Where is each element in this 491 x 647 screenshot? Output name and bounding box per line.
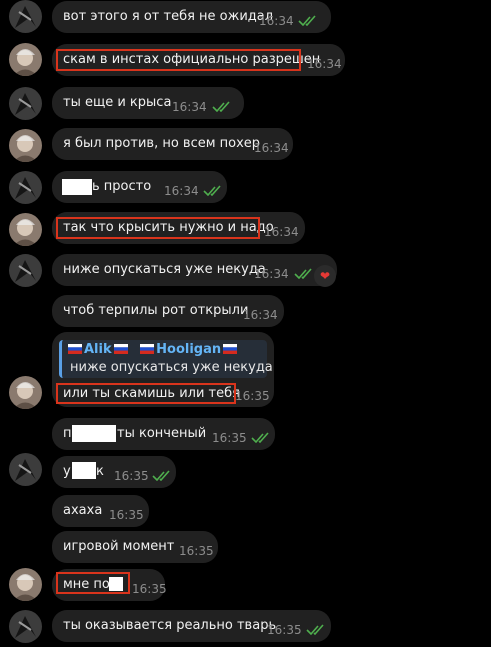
message-bubble[interactable]: вот этого я от тебя не ожидал 16:34 — [52, 1, 331, 33]
reply-quote[interactable]: Alik Hooligan ниже опускаться уже некуда — [59, 340, 273, 378]
message-time: 16:34 — [172, 100, 207, 114]
message-time: 16:35 — [132, 582, 167, 596]
message-text: скам в инстах официально разрешен — [63, 52, 321, 67]
chat-history[interactable]: вот этого я от тебя не ожидал 16:34 скам… — [0, 0, 491, 647]
message-text: так что крысить нужно и надо — [63, 220, 274, 235]
message-time: 16:34 — [164, 184, 199, 198]
redaction-mark — [62, 179, 92, 195]
message-time: 16:35 — [267, 623, 302, 637]
message-time: 16:34 — [254, 141, 289, 155]
reply-author: Alik Hooligan — [66, 342, 239, 357]
friend-avatar[interactable] — [9, 0, 42, 33]
reply-author-suffix: Hooligan — [156, 342, 222, 357]
russia-flag-icon — [140, 344, 155, 354]
message-bubble[interactable]: скам в инстах официально разрешен 16:34 — [52, 44, 345, 76]
message-time: 16:35 — [212, 431, 247, 445]
double-check-icon — [294, 268, 312, 279]
message-bubble[interactable]: мне по 16:35 — [52, 569, 167, 601]
message-text: ниже опускаться уже некуда — [63, 262, 266, 277]
message-text: игровой момент — [63, 539, 175, 554]
message-text: ты оказывается реально тварь — [63, 618, 277, 633]
message-bubble[interactable]: ниже опускаться уже некуда 16:34 — [52, 254, 337, 286]
user-avatar[interactable] — [9, 43, 42, 76]
double-check-icon — [298, 15, 316, 26]
user-avatar[interactable] — [9, 376, 42, 409]
message-bubble[interactable]: у к 16:35 — [52, 456, 176, 488]
redaction-mark — [72, 425, 116, 442]
message-time: 16:34 — [243, 308, 278, 322]
friend-avatar[interactable] — [9, 254, 42, 287]
message-text: чтоб терпилы рот открыли — [63, 303, 249, 318]
redaction-mark — [72, 462, 96, 479]
message-time: 16:35 — [235, 389, 270, 403]
russia-flag-icon — [113, 344, 128, 354]
message-text: ахаха — [63, 503, 103, 518]
message-time: 16:35 — [179, 544, 214, 558]
message-bubble[interactable]: ты еще и крыса 16:34 — [52, 87, 244, 119]
friend-avatar[interactable] — [9, 171, 42, 204]
double-check-icon — [152, 470, 170, 481]
message-time: 16:34 — [259, 14, 294, 28]
message-text: ь просто — [92, 179, 152, 194]
message-time: 16:34 — [254, 267, 289, 281]
message-bubble[interactable]: игровой момент 16:35 — [52, 531, 218, 563]
message-text: мне по — [63, 577, 110, 592]
message-text: ты еще и крыса — [63, 95, 172, 110]
user-avatar[interactable] — [9, 213, 42, 246]
message-bubble[interactable]: ь просто 16:34 — [52, 171, 227, 203]
message-bubble[interactable]: Alik Hooligan ниже опускаться уже некуда… — [52, 332, 274, 407]
double-check-icon — [306, 624, 324, 635]
friend-avatar[interactable] — [9, 610, 42, 643]
message-bubble[interactable]: п ты конченый 16:35 — [52, 418, 275, 450]
message-text-after: ты конченый — [117, 426, 207, 441]
message-time: 16:35 — [109, 508, 144, 522]
message-text: я был против, но всем похер — [63, 136, 261, 151]
double-check-icon — [203, 185, 221, 196]
heart-icon[interactable]: ❤ — [314, 265, 336, 287]
message-text: у — [63, 464, 71, 479]
double-check-icon — [251, 432, 269, 443]
user-avatar[interactable] — [9, 568, 42, 601]
message-text: п — [63, 426, 72, 441]
message-time: 16:34 — [307, 57, 342, 71]
friend-avatar[interactable] — [9, 87, 42, 120]
message-bubble[interactable]: чтоб терпилы рот открыли 16:34 — [52, 295, 284, 327]
message-bubble[interactable]: ахаха 16:35 — [52, 495, 149, 527]
russia-flag-icon — [223, 344, 238, 354]
redaction-mark — [109, 577, 123, 591]
message-text: вот этого я от тебя не ожидал — [63, 9, 274, 24]
message-bubble[interactable]: так что крысить нужно и надо 16:34 — [52, 212, 305, 244]
reply-text: ниже опускаться уже некуда — [70, 360, 273, 375]
message-text-after: к — [96, 464, 104, 479]
message-text: или ты скамишь или тебя — [63, 386, 240, 401]
double-check-icon — [212, 101, 230, 112]
reply-author-name: Alik — [84, 342, 112, 357]
message-bubble[interactable]: ты оказывается реально тварь 16:35 — [52, 610, 331, 642]
message-time: 16:35 — [114, 469, 149, 483]
user-avatar[interactable] — [9, 129, 42, 162]
message-bubble[interactable]: я был против, но всем похер 16:34 — [52, 128, 293, 160]
message-time: 16:34 — [264, 225, 299, 239]
russia-flag-icon — [68, 344, 82, 354]
friend-avatar[interactable] — [9, 453, 42, 486]
